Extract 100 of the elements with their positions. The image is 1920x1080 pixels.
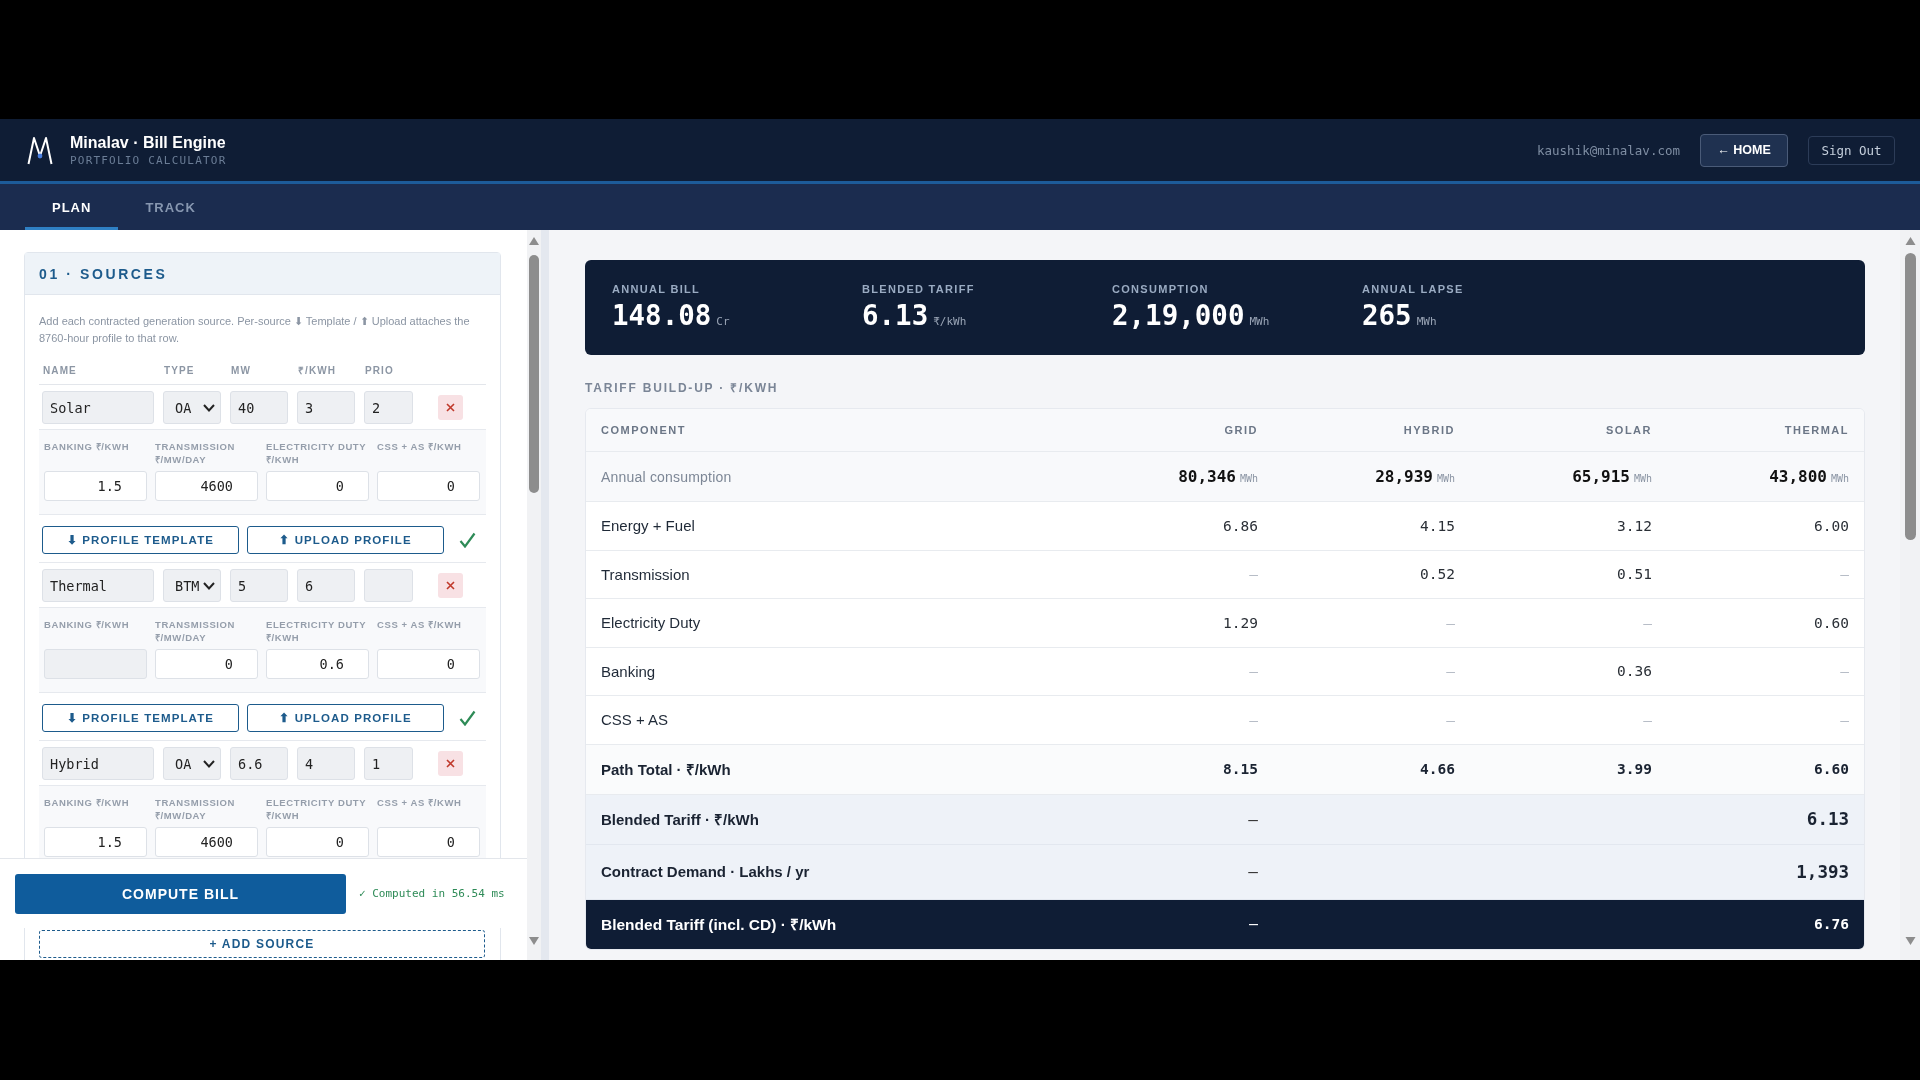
- mw-input[interactable]: 5: [230, 569, 288, 602]
- delete-button[interactable]: [438, 395, 463, 420]
- metric-unit: Cr: [716, 315, 730, 328]
- scroll-down-icon[interactable]: [529, 937, 539, 945]
- unit-label: MWh: [1830, 473, 1849, 484]
- table-cell: 0.36: [1617, 663, 1652, 680]
- mw-input[interactable]: 40: [230, 391, 288, 424]
- scroll-down-icon[interactable]: [1904, 937, 1916, 945]
- scroll-up-icon[interactable]: [529, 237, 539, 245]
- charge-input[interactable]: 0: [377, 471, 480, 501]
- compute-status: ✓ Computed in 56.54 ms: [359, 887, 505, 900]
- table-cell: 3.99: [1617, 761, 1652, 777]
- unit-label: MWh: [1239, 473, 1258, 484]
- column-header: NAME: [43, 364, 77, 377]
- column-header: COMPONENT: [601, 424, 686, 436]
- table-cell: —: [1249, 566, 1258, 583]
- table-cell: 4.66: [1420, 761, 1455, 777]
- table-cell: 8.15: [1223, 761, 1258, 777]
- field-label: ELECTRICITY DUTY ₹/KWH: [266, 796, 368, 822]
- charge-input[interactable]: 1.5: [44, 827, 147, 857]
- metric-value: 6.13: [862, 299, 929, 332]
- field-label: TRANSMISSION ₹/MW/DAY: [155, 796, 237, 822]
- table-cell: —: [1446, 663, 1455, 680]
- home-button[interactable]: ← HOME: [1700, 133, 1788, 167]
- column-header: GRID: [1224, 424, 1258, 436]
- priority-input[interactable]: 1: [364, 747, 413, 780]
- chevron-down-icon: [203, 759, 215, 768]
- table-cell: —: [1446, 711, 1455, 728]
- rate-input[interactable]: 6: [297, 569, 355, 602]
- field-label: TRANSMISSION ₹/MW/DAY: [155, 618, 237, 644]
- name-input[interactable]: Thermal: [42, 569, 154, 602]
- row-label: Energy + Fuel: [601, 517, 695, 535]
- table-cell: 0.60: [1814, 614, 1849, 631]
- table-cell: —: [1840, 711, 1849, 728]
- table-cell: —: [1248, 862, 1258, 881]
- unit-label: MWh: [1436, 473, 1455, 484]
- nav-tab[interactable]: TRACK: [118, 184, 223, 230]
- type-select[interactable]: BTM: [163, 569, 221, 602]
- name-input[interactable]: Hybrid: [42, 747, 154, 780]
- table-cell: 1.29: [1223, 614, 1258, 631]
- logo-icon: [27, 135, 53, 165]
- type-select[interactable]: OA: [163, 391, 221, 424]
- delete-button[interactable]: [438, 573, 463, 598]
- charge-input[interactable]: 0: [266, 471, 369, 501]
- upload-profile-button[interactable]: ⬆ UPLOAD PROFILE: [247, 526, 444, 554]
- close-icon: [446, 403, 455, 412]
- row-label: Electricity Duty: [601, 614, 701, 632]
- add-source-button[interactable]: + ADD SOURCE: [39, 930, 485, 958]
- rate-input[interactable]: 4: [297, 747, 355, 780]
- table-cell: 28,939: [1375, 467, 1433, 486]
- scrollbar-thumb[interactable]: [1904, 253, 1916, 540]
- profile-template-button[interactable]: ⬇ PROFILE TEMPLATE: [42, 526, 239, 554]
- scroll-up-icon[interactable]: [1904, 237, 1916, 245]
- scrollbar-thumb[interactable]: [529, 255, 539, 493]
- rate-input[interactable]: 3: [297, 391, 355, 424]
- table-cell: —: [1446, 614, 1455, 631]
- unit-label: MWh: [1633, 473, 1652, 484]
- column-header: PRIO: [365, 364, 394, 377]
- table-cell: 1,393: [1796, 861, 1849, 882]
- column-header: TYPE: [164, 364, 195, 377]
- table-cell: 80,346: [1178, 467, 1236, 486]
- table-cell: 0.51: [1617, 566, 1652, 583]
- priority-input[interactable]: 2: [364, 391, 413, 424]
- upload-profile-button[interactable]: ⬆ UPLOAD PROFILE: [247, 704, 444, 732]
- metric-value: 265: [1362, 299, 1412, 332]
- field-label: CSS + AS ₹/KWH: [377, 440, 463, 454]
- profile-template-button[interactable]: ⬇ PROFILE TEMPLATE: [42, 704, 239, 732]
- metric-label: BLENDED TARIFF: [862, 282, 975, 296]
- delete-button[interactable]: [438, 751, 463, 776]
- row-label: Contract Demand · Lakhs / yr: [601, 863, 810, 880]
- app-subtitle: PORTFOLIO CALCULATOR: [70, 153, 227, 168]
- name-input[interactable]: Solar: [42, 391, 154, 424]
- field-label: BANKING ₹/KWH: [44, 796, 131, 810]
- priority-input[interactable]: [364, 569, 413, 602]
- charge-input[interactable]: 0: [266, 827, 369, 857]
- charge-input[interactable]: 0.6: [266, 649, 369, 679]
- charge-input[interactable]: 0: [377, 649, 480, 679]
- metric-value: 148.08: [612, 299, 712, 332]
- metric-label: CONSUMPTION: [1112, 282, 1209, 296]
- compute-button[interactable]: COMPUTE BILL: [15, 873, 346, 914]
- table-cell: —: [1840, 566, 1849, 583]
- charge-input[interactable]: 1.5: [44, 471, 147, 501]
- table-cell: 6.13: [1806, 809, 1849, 829]
- field-label: TRANSMISSION ₹/MW/DAY: [155, 440, 237, 466]
- type-select[interactable]: OA: [163, 747, 221, 780]
- charge-input[interactable]: 0: [155, 649, 258, 679]
- table-cell: 6.00: [1814, 517, 1849, 534]
- row-label: Annual consumption: [601, 468, 732, 485]
- charge-input[interactable]: 0: [377, 827, 480, 857]
- chevron-down-icon: [203, 403, 215, 412]
- column-header: HYBRID: [1403, 424, 1455, 436]
- table-cell: 6.60: [1814, 761, 1849, 777]
- row-label: Banking: [601, 662, 656, 680]
- charge-input[interactable]: 4600: [155, 471, 258, 501]
- column-header: THERMAL: [1784, 424, 1849, 436]
- mw-input[interactable]: 6.6: [230, 747, 288, 780]
- row-label: Blended Tariff (incl. CD) · ₹/kWh: [601, 915, 837, 935]
- charge-input[interactable]: 4600: [155, 827, 258, 857]
- table-cell: 0.52: [1420, 566, 1455, 583]
- sign-out-button[interactable]: Sign Out: [1808, 135, 1895, 165]
